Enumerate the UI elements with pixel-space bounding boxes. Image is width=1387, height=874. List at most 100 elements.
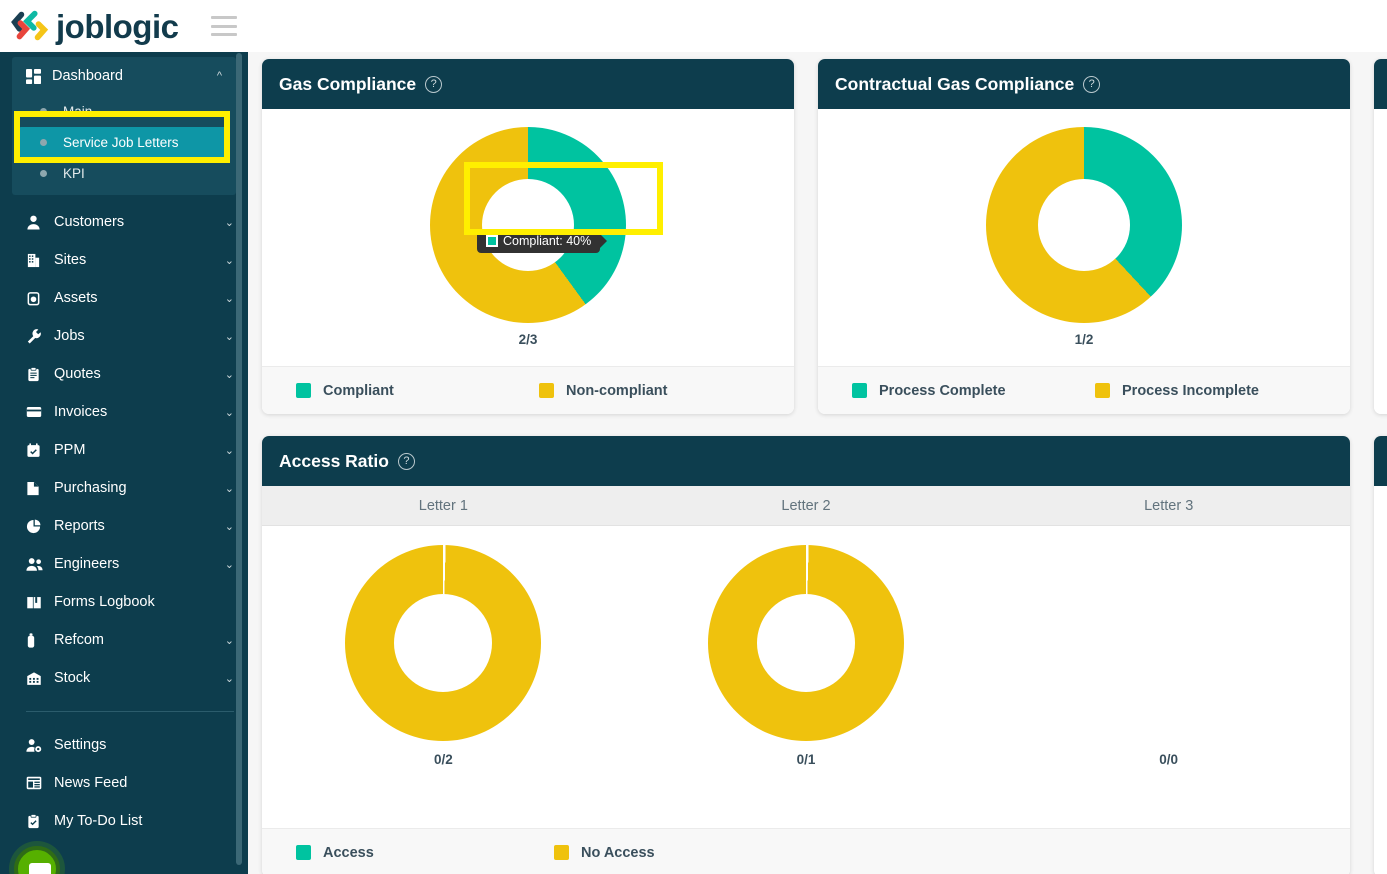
sidebar-subitem-main[interactable]: Main: [18, 96, 230, 126]
sidebar-item-settings[interactable]: Settings: [0, 726, 248, 764]
help-circle-icon[interactable]: ?: [1083, 75, 1101, 93]
dashboard-grid-icon: [26, 68, 52, 84]
sidebar-item-invoices[interactable]: Invoices ⌄: [0, 393, 248, 431]
sidebar-item-purchasing[interactable]: Purchasing ⌄: [0, 469, 248, 507]
donut-ring-letter-2[interactable]: [708, 545, 904, 741]
legend-entry-process-complete[interactable]: Process Complete: [852, 383, 1095, 399]
chevron-down-icon[interactable]: ⌄: [225, 254, 234, 267]
sidebar-item-forms-logbook[interactable]: Forms Logbook: [0, 583, 248, 621]
legend-entry-non-compliant[interactable]: Non-compliant: [539, 383, 668, 399]
chevron-down-icon[interactable]: ⌄: [225, 292, 234, 305]
legend-swatch: [539, 383, 554, 398]
card-title: Contractual Gas Compliance: [835, 73, 1075, 94]
sidebar-item-customers[interactable]: Customers ⌄: [0, 203, 248, 241]
sidebar-item-sites[interactable]: Sites ⌄: [0, 241, 248, 279]
sidebar-item-ppm[interactable]: PPM ⌄: [0, 431, 248, 469]
help-circle-icon[interactable]: ?: [397, 452, 415, 470]
legend-label: No Access: [581, 844, 655, 861]
card-icon: [26, 404, 54, 420]
card-body: 2/3 Compliant: 40%: [262, 109, 794, 366]
card-partial-bottom-right[interactable]: [1374, 436, 1387, 874]
calendar-check-icon: [26, 442, 54, 458]
access-ratio-cell-letter-2: 0/1: [625, 526, 988, 786]
chevron-down-icon[interactable]: ⌄: [225, 558, 234, 571]
checklist-icon: [26, 813, 54, 829]
donut-ring-letter-3-empty: [1071, 545, 1267, 741]
card-access-ratio: Access Ratio ? Letter 1 Letter 2 Letter …: [262, 436, 1350, 874]
sidebar-item-my-todo-list[interactable]: My To-Do List: [0, 802, 248, 840]
access-ratio-column-headers: Letter 1 Letter 2 Letter 3: [262, 486, 1350, 526]
chevron-up-icon[interactable]: ^: [217, 70, 222, 82]
chevron-down-icon[interactable]: ⌄: [225, 634, 234, 647]
sidebar-item-reports[interactable]: Reports ⌄: [0, 507, 248, 545]
legend-entry-no-access[interactable]: No Access: [554, 845, 655, 861]
sidebar-scrollbar[interactable]: [236, 53, 242, 865]
cylinder-icon: [26, 632, 54, 648]
card-header: Access Ratio ?: [262, 436, 1350, 486]
sidebar-item-label: Engineers: [54, 556, 120, 572]
card-partial-top-right[interactable]: [1374, 59, 1387, 414]
chevron-down-icon[interactable]: ⌄: [225, 520, 234, 533]
card-header: Contractual Gas Compliance ?: [818, 59, 1350, 109]
legend-swatch: [852, 383, 867, 398]
legend-entry-compliant[interactable]: Compliant: [296, 383, 539, 399]
building-icon: [26, 253, 54, 268]
help-circle-icon[interactable]: ?: [425, 75, 443, 93]
chart-tooltip-compliant: Compliant: 40%: [477, 229, 601, 253]
chevron-down-icon[interactable]: ⌄: [225, 444, 234, 457]
chevron-down-icon[interactable]: ⌄: [225, 482, 234, 495]
sidebar-item-engineers[interactable]: Engineers ⌄: [0, 545, 248, 583]
sidebar-item-jobs[interactable]: Jobs ⌄: [0, 317, 248, 355]
warehouse-icon: [26, 671, 54, 686]
sidebar-item-label: News Feed: [54, 775, 128, 791]
sidebar-subitem-service-job-letters[interactable]: Service Job Letters: [18, 127, 230, 157]
donut-ring[interactable]: [430, 127, 626, 323]
sidebar-item-refcom[interactable]: Refcom ⌄: [0, 621, 248, 659]
brand-name: joblogic: [56, 7, 179, 45]
card-body: [1374, 109, 1387, 414]
donut-ring[interactable]: [986, 127, 1182, 323]
card-body: 1/2: [818, 109, 1350, 366]
sidebar-subitem-kpi[interactable]: KPI: [18, 158, 230, 188]
chevron-down-icon[interactable]: ⌄: [225, 368, 234, 381]
donut-chart-contractual-gas-compliance[interactable]: 1/2: [818, 127, 1350, 347]
main-content: Gas Compliance ? 2/3 Compliant: 40% Comp…: [248, 45, 1387, 874]
sidebar-subitem-label: KPI: [63, 165, 85, 181]
sidebar-item-label: Quotes: [54, 366, 101, 382]
column-header-letter-1: Letter 1: [418, 497, 468, 514]
donut-caption: 1/2: [1074, 332, 1094, 347]
app-logo[interactable]: joblogic: [8, 6, 179, 46]
sidebar-scroll-area: Dashboard ^ Main Service Job Letters KPI: [0, 45, 248, 874]
donut-ring-letter-1[interactable]: [345, 545, 542, 741]
card-contractual-gas-compliance: Contractual Gas Compliance ? 1/2 Process…: [818, 59, 1350, 414]
sidebar-item-quotes[interactable]: Quotes ⌄: [0, 355, 248, 393]
chevron-down-icon[interactable]: ⌄: [225, 406, 234, 419]
sidebar-item-dashboard[interactable]: Dashboard ^: [12, 57, 236, 95]
sidebar-item-news-feed[interactable]: News Feed: [0, 764, 248, 802]
sidebar-item-stock[interactable]: Stock ⌄: [0, 659, 248, 697]
donut-hole: [482, 179, 574, 271]
sidebar-item-assets[interactable]: Assets ⌄: [0, 279, 248, 317]
sidebar-item-label: Stock: [54, 670, 91, 686]
legend-entry-access[interactable]: Access: [296, 845, 554, 861]
legend-label: Access: [323, 844, 374, 861]
tooltip-label: Compliant: 40%: [503, 234, 592, 248]
sidebar-item-label: PPM: [54, 442, 86, 458]
document-icon: [26, 481, 54, 496]
sidebar-item-label: Assets: [54, 290, 98, 306]
card-legend: Access No Access: [262, 828, 1350, 874]
chevron-down-icon[interactable]: ⌄: [225, 330, 234, 343]
access-ratio-cell-letter-3: 0/0: [987, 526, 1350, 786]
legend-swatch: [296, 845, 311, 860]
chevron-down-icon[interactable]: ⌄: [225, 672, 234, 685]
legend-entry-process-incomplete[interactable]: Process Incomplete: [1095, 383, 1259, 399]
sidebar-subitem-label: Service Job Letters: [63, 134, 179, 150]
sidebar-group-dashboard: Dashboard ^ Main Service Job Letters KPI: [12, 57, 236, 195]
hamburger-menu-icon[interactable]: [210, 16, 237, 36]
sidebar-item-label: Dashboard: [52, 68, 123, 84]
sidebar: Dashboard ^ Main Service Job Letters KPI: [0, 45, 248, 874]
chevron-down-icon[interactable]: ⌄: [225, 216, 234, 229]
gauge-icon: [26, 291, 54, 306]
chat-bubble-icon[interactable]: [14, 846, 60, 874]
sidebar-item-label: Refcom: [54, 632, 104, 648]
